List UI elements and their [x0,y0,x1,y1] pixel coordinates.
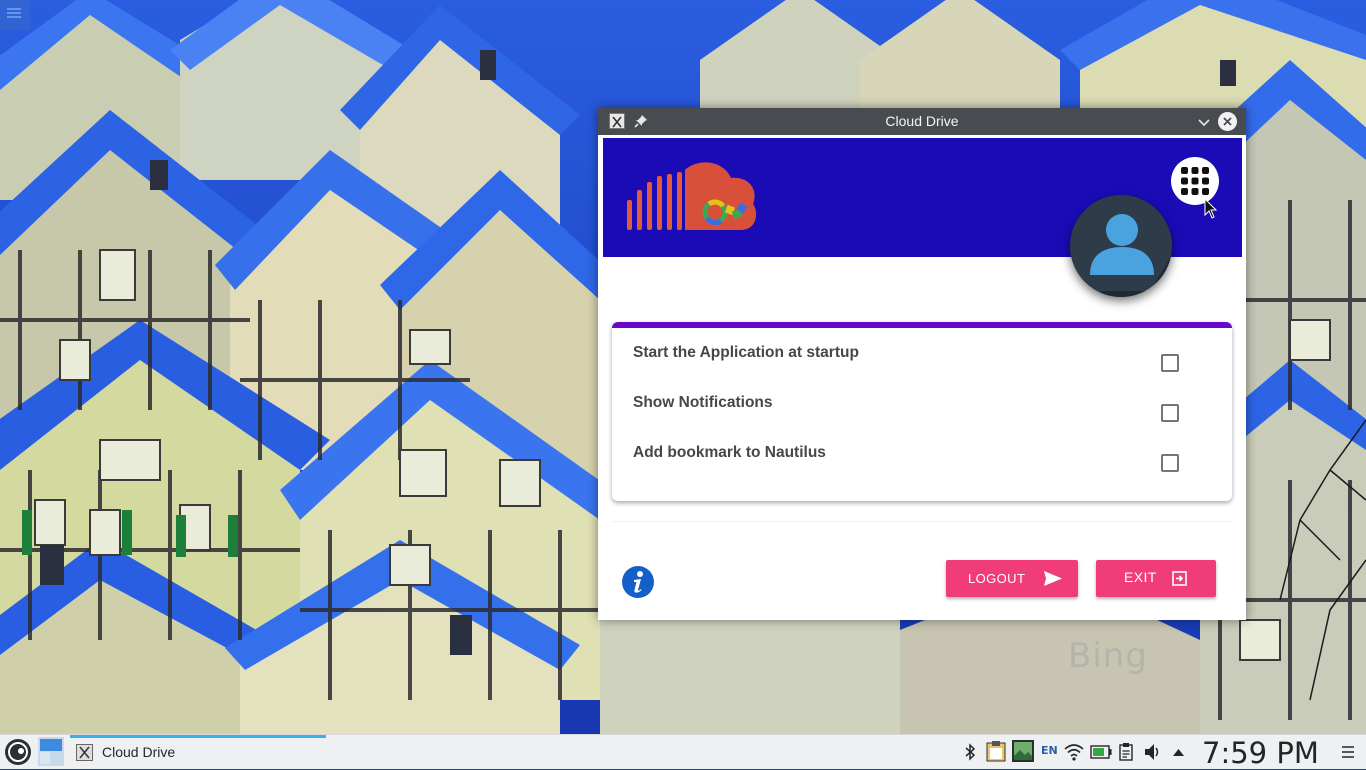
image-viewer-icon[interactable] [1012,740,1034,762]
notifications-checkbox[interactable] [1161,404,1179,422]
startup-checkbox[interactable] [1161,354,1179,372]
cloud-drive-window: Cloud Drive Start the Application at sta… [598,108,1246,620]
close-button[interactable] [1218,112,1237,131]
logout-label: LOGOUT [968,571,1026,586]
notes-icon[interactable] [1119,742,1133,761]
close-icon [1223,117,1232,126]
bluetooth-icon[interactable] [963,743,977,761]
window-titlebar[interactable]: Cloud Drive [598,108,1246,135]
user-avatar[interactable] [1070,195,1172,297]
taskbar-item-cloud-drive[interactable]: Cloud Drive [70,735,326,769]
send-icon [1044,571,1062,586]
taskbar: Cloud Drive EN 7:59 PM [0,734,1366,770]
desktop-pager[interactable] [38,737,64,766]
wifi-icon[interactable] [1064,743,1084,761]
footer-divider [612,521,1232,522]
desktop-toolbox-button[interactable] [0,0,30,30]
settings-card: Start the Application at startup Show No… [612,322,1232,501]
user-avatar-icon [1090,214,1172,297]
option-row-notifications: Show Notifications [612,394,1232,434]
exit-button[interactable]: EXIT [1096,560,1216,597]
option-label: Start the Application at startup [633,344,859,361]
clipboard-icon[interactable] [986,740,1006,762]
window-title: Cloud Drive [885,113,959,129]
mouse-cursor-icon [1204,198,1218,219]
info-icon[interactable] [622,566,654,598]
battery-icon[interactable] [1090,744,1112,760]
minimize-chevron-icon[interactable] [1195,113,1213,131]
option-label: Show Notifications [633,394,773,411]
keyboard-layout-indicator[interactable]: EN [1041,744,1058,757]
option-label: Add bookmark to Nautilus [633,444,826,461]
nautilus-checkbox[interactable] [1161,454,1179,472]
option-row-nautilus: Add bookmark to Nautilus [612,444,1232,484]
logout-button[interactable]: LOGOUT [946,560,1078,597]
application-launcher-icon[interactable] [3,737,33,767]
exit-icon [1172,571,1187,586]
bing-watermark: Bing [1068,636,1148,676]
apps-grid-icon [1181,167,1209,195]
app-icon [76,744,93,761]
arrow-up-icon[interactable] [1172,747,1185,757]
panel-menu-icon[interactable] [1341,745,1355,759]
taskbar-item-label: Cloud Drive [102,744,176,760]
option-row-startup: Start the Application at startup [612,344,1232,384]
exit-label: EXIT [1124,569,1157,585]
clock[interactable]: 7:59 PM [1202,736,1319,770]
cloud-drive-logo [627,162,757,230]
volume-icon[interactable] [1144,743,1162,761]
